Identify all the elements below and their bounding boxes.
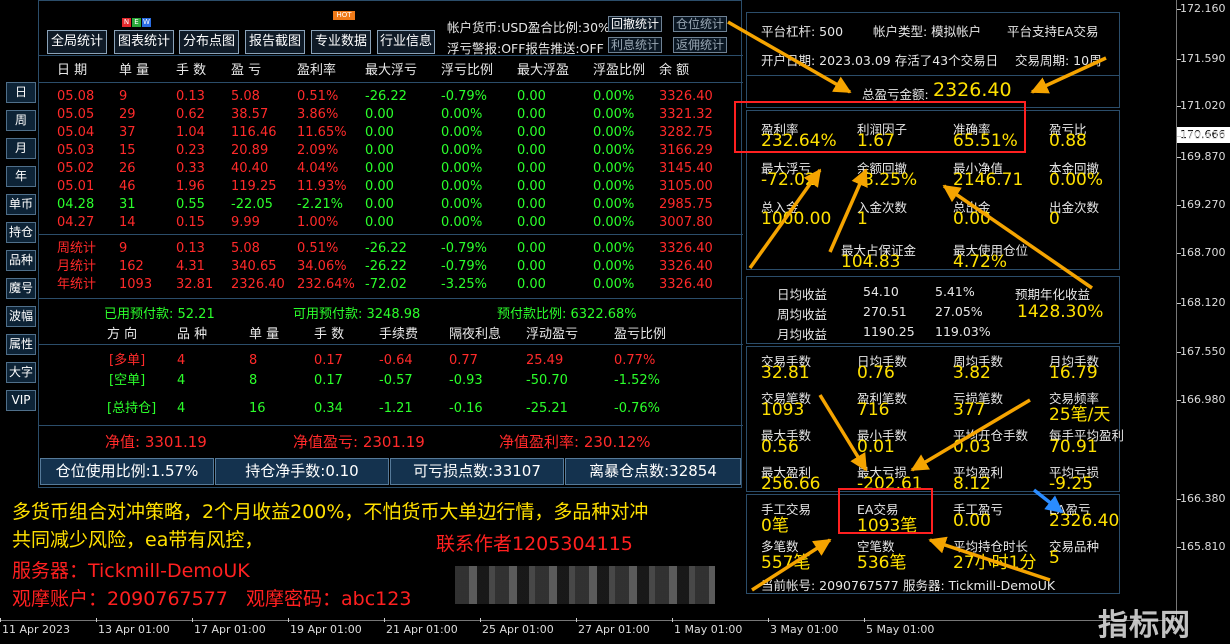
arrow-4 [828,168,868,253]
arrow-blue [1032,488,1064,514]
annotation-arrows [727,20,1107,592]
arrow-9 [928,536,1051,582]
arrow-8 [751,538,832,592]
arrow-2 [1030,56,1107,94]
watermark-logo: 指标网 [1098,608,1191,643]
arrow-5 [942,184,1093,290]
arrow-6 [818,394,868,472]
arrow-7 [910,398,1031,472]
arrow-3 [748,168,822,270]
arrow-1 [727,20,852,94]
